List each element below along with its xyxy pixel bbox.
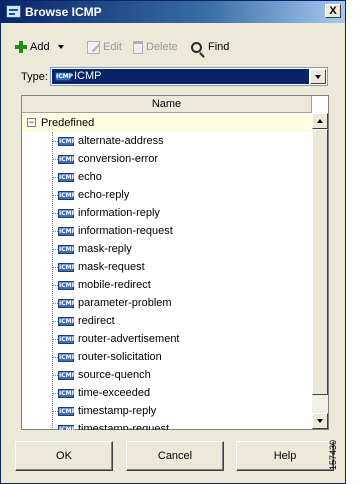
list-item[interactable]: ICMP information-request [22,222,312,240]
chevron-down-icon[interactable] [310,69,326,84]
dialog-icon [6,5,21,18]
icmp-icon: ICMP [58,263,77,272]
group-label: Predefined [41,117,95,129]
list-rows: − Predefined ICMP alternate-address ICMP co… [22,114,312,430]
icmp-icon: ICMP [58,353,77,362]
trash-icon [133,40,143,54]
list-item[interactable]: ICMP echo [22,168,312,186]
list-item[interactable]: ICMP mobile-redirect [22,276,312,294]
add-dropdown-arrow-icon[interactable] [57,45,64,49]
list-item[interactable]: ICMP echo-reply [22,186,312,204]
dialog-title: Browse ICMP [25,5,102,19]
list-item-label: timestamp-reply [78,405,157,417]
edit-icon [87,40,100,54]
list-item[interactable]: ICMP mask-reply [22,240,312,258]
icmp-icon: ICMP [58,407,77,416]
list-item[interactable]: ICMP alternate-address [22,132,312,150]
icmp-icon: ICMP [58,155,77,164]
find-label: Find [208,41,230,53]
group-row-predefined[interactable]: − Predefined [22,114,312,132]
edit-button[interactable]: Edit [87,36,122,58]
list-item-label: echo-reply [78,189,130,201]
icmp-icon: ICMP [58,281,77,290]
type-selected-value[interactable]: ICMP ICMP [52,69,309,84]
list-item-label: conversion-error [78,153,159,165]
list-item-label: router-advertisement [78,333,180,345]
browse-icmp-dialog: Browse ICMP X Add Edit Delete Find Type:… [0,0,346,484]
icmp-icon: ICMP [58,173,77,182]
list-item-label: source-quench [78,369,151,381]
edit-label: Edit [103,41,122,53]
delete-button[interactable]: Delete [133,36,178,58]
collapse-icon[interactable]: − [27,118,36,127]
add-label: Add [30,41,50,53]
icmp-icon: ICMP [58,191,77,200]
figure-number-text: 157430 [328,439,338,470]
type-label: Type: [21,71,48,83]
icmp-icon: ICMP [58,389,77,398]
find-button[interactable]: Find [191,36,229,58]
icmp-icon: ICMP [55,72,74,81]
help-button[interactable]: Help [236,441,334,471]
close-button[interactable]: X [325,4,341,18]
icmp-icon: ICMP [58,245,77,254]
list-item-label: mask-reply [78,243,132,255]
list-item[interactable]: ICMP parameter-problem [22,294,312,312]
icmp-icon: ICMP [58,335,77,344]
list-item-label: timestamp-request [78,423,170,430]
add-button[interactable]: Add [15,36,64,58]
plus-icon [15,41,27,53]
list-item[interactable]: ICMP time-exceeded [22,384,312,402]
list-item[interactable]: ICMP timestamp-request [22,420,312,430]
list-item[interactable]: ICMP router-solicitation [22,348,312,366]
list-item-label: time-exceeded [78,387,151,399]
list-item[interactable]: ICMP source-quench [22,366,312,384]
list-item-label: mobile-redirect [78,279,151,291]
list-item[interactable]: ICMP redirect [22,312,312,330]
list-item[interactable]: ICMP conversion-error [22,150,312,168]
icmp-icon: ICMP [58,299,77,308]
toolbar: Add Edit Delete Find [15,36,335,58]
title-bar[interactable]: Browse ICMP X [1,1,345,23]
list-item[interactable]: ICMP information-reply [22,204,312,222]
icmp-icon: ICMP [58,209,77,218]
icmp-list: Name − Predefined ICMP alternate-address I… [21,95,329,430]
list-item-label: information-request [78,225,173,237]
list-item-label: parameter-problem [78,297,172,309]
list-item[interactable]: ICMP mask-request [22,258,312,276]
icmp-icon: ICMP [58,137,77,146]
cancel-button[interactable]: Cancel [126,441,224,471]
ok-button[interactable]: OK [15,441,113,471]
list-item-label: information-reply [78,207,160,219]
vertical-scrollbar[interactable] [312,113,328,429]
delete-label: Delete [146,41,178,53]
type-select[interactable]: ICMP ICMP [50,67,328,86]
list-item-label: redirect [78,315,115,327]
icmp-icon: ICMP [58,425,76,430]
list-item[interactable]: ICMP timestamp-reply [22,402,312,420]
list-item-label: router-solicitation [78,351,162,363]
list-item[interactable]: ICMP router-advertisement [22,330,312,348]
list-item-label: alternate-address [78,135,164,147]
type-value-text: ICMP [74,70,102,82]
scroll-up-icon[interactable] [312,113,328,129]
figure-number: 157430 [328,430,360,482]
scrollbar-thumb[interactable] [312,129,328,395]
list-item-label: echo [78,171,102,183]
search-icon [191,41,202,53]
icmp-icon: ICMP [58,371,77,380]
list-item-label: mask-request [78,261,145,273]
scroll-down-icon[interactable] [312,413,328,429]
icmp-icon: ICMP [58,227,77,236]
icmp-icon: ICMP [58,317,77,326]
column-header-name[interactable]: Name [22,96,312,113]
